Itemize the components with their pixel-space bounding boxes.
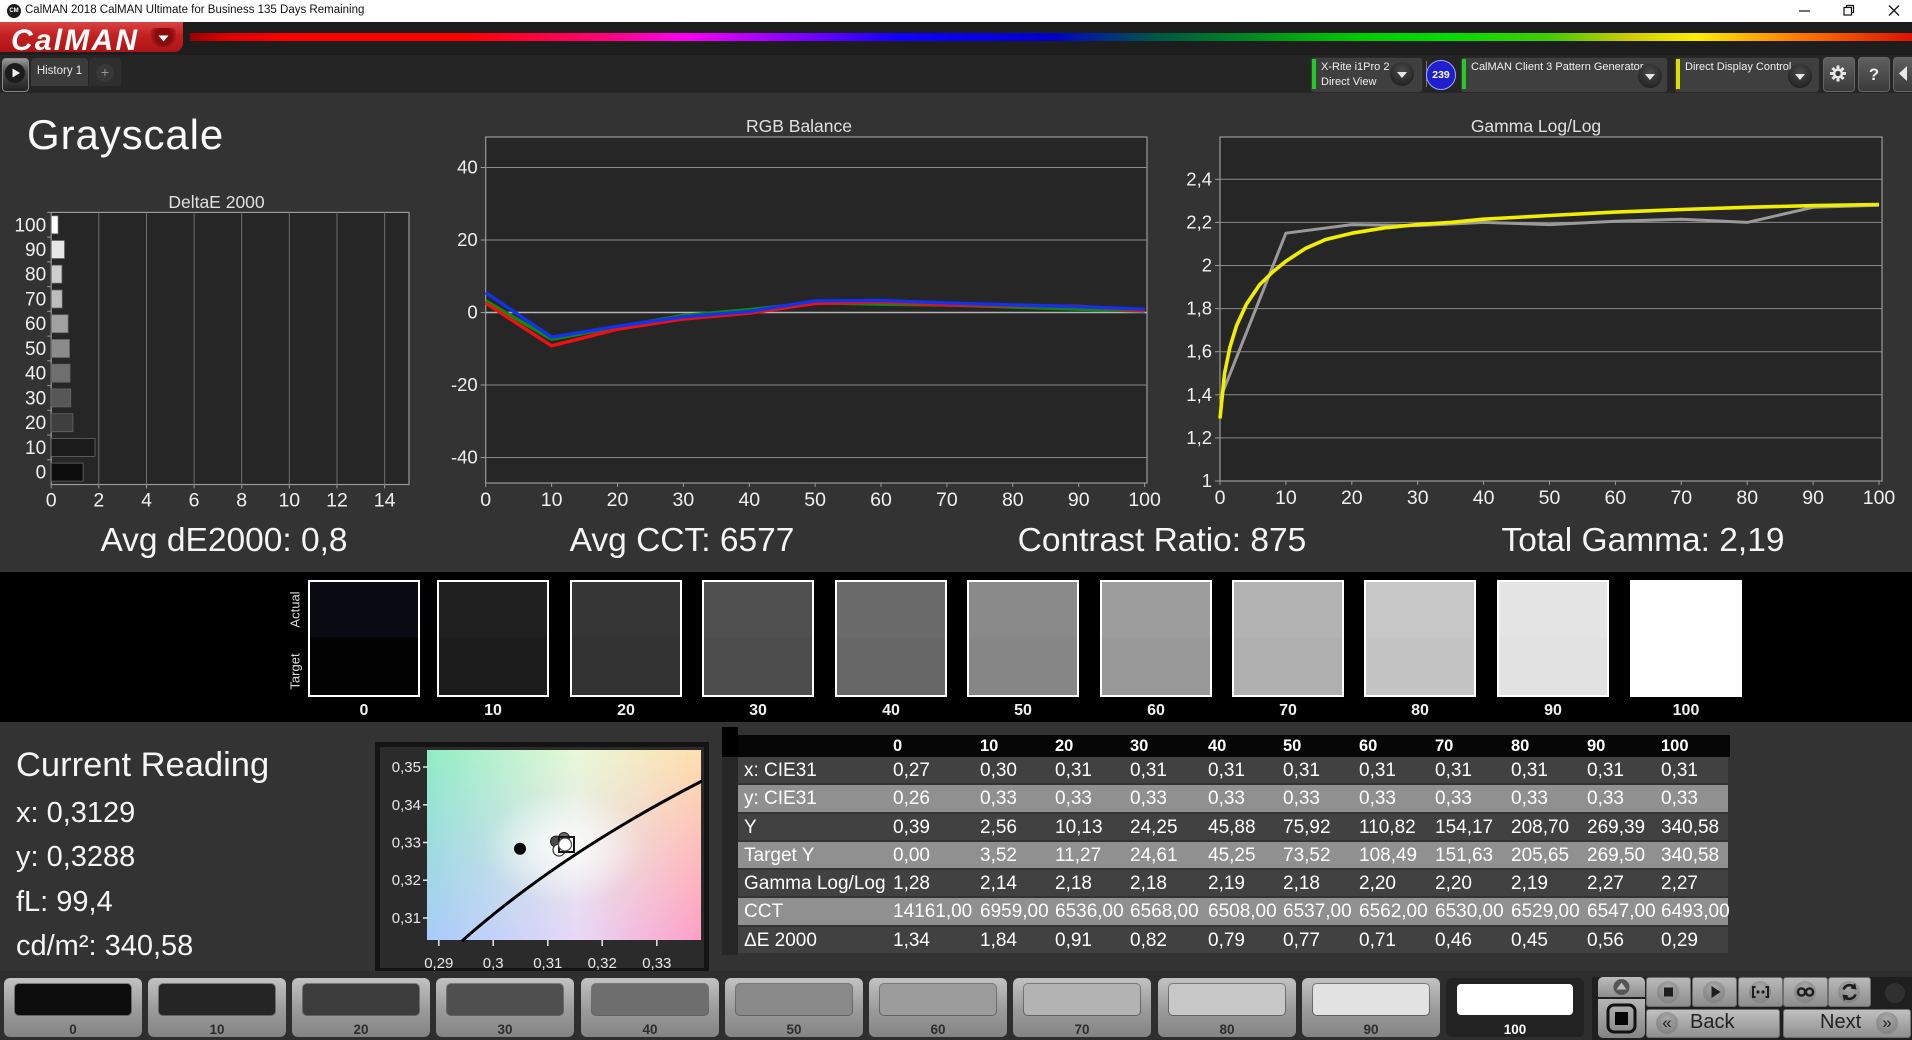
svg-text:80: 80 bbox=[1002, 489, 1024, 511]
svg-text:10: 10 bbox=[541, 489, 563, 511]
svg-text:60: 60 bbox=[870, 489, 892, 511]
svg-text:80: 80 bbox=[25, 265, 46, 286]
svg-text:2: 2 bbox=[1202, 255, 1212, 276]
svg-text:60: 60 bbox=[25, 314, 46, 335]
svg-text:40: 40 bbox=[457, 157, 478, 178]
svg-text:40: 40 bbox=[25, 364, 46, 385]
svg-text:DeltaE 2000: DeltaE 2000 bbox=[168, 192, 265, 212]
svg-text:80: 80 bbox=[1736, 487, 1758, 509]
svg-text:100: 100 bbox=[14, 215, 46, 236]
svg-text:40: 40 bbox=[1473, 487, 1495, 509]
svg-text:1,4: 1,4 bbox=[1186, 384, 1212, 405]
svg-text:0,29: 0,29 bbox=[424, 955, 453, 972]
svg-text:0,35: 0,35 bbox=[392, 759, 421, 776]
svg-text:20: 20 bbox=[25, 413, 46, 434]
svg-text:4: 4 bbox=[141, 490, 152, 512]
svg-text:30: 30 bbox=[25, 388, 46, 409]
svg-text:1,2: 1,2 bbox=[1186, 427, 1212, 448]
svg-text:10: 10 bbox=[1275, 487, 1297, 509]
svg-text:0: 0 bbox=[46, 490, 57, 512]
svg-text:0,33: 0,33 bbox=[392, 835, 421, 852]
svg-text:20: 20 bbox=[1341, 487, 1363, 509]
svg-text:20: 20 bbox=[457, 229, 478, 250]
svg-text:60: 60 bbox=[1605, 487, 1627, 509]
svg-text:0: 0 bbox=[36, 463, 47, 484]
svg-text:2,4: 2,4 bbox=[1186, 168, 1212, 189]
svg-text:30: 30 bbox=[673, 489, 695, 511]
svg-text:2,2: 2,2 bbox=[1186, 211, 1212, 232]
svg-text:12: 12 bbox=[326, 490, 348, 512]
svg-text:0,31: 0,31 bbox=[392, 910, 421, 927]
svg-text:20: 20 bbox=[607, 489, 629, 511]
svg-text:100: 100 bbox=[1863, 487, 1896, 509]
svg-text:1,8: 1,8 bbox=[1186, 298, 1212, 319]
svg-text:0,3: 0,3 bbox=[483, 955, 504, 972]
svg-text:50: 50 bbox=[1539, 487, 1561, 509]
svg-text:-20: -20 bbox=[451, 374, 478, 395]
svg-text:50: 50 bbox=[25, 339, 46, 360]
svg-text:Gamma Log/Log: Gamma Log/Log bbox=[1471, 116, 1601, 136]
svg-text:0,31: 0,31 bbox=[533, 955, 562, 972]
svg-text:1,6: 1,6 bbox=[1186, 341, 1212, 362]
svg-text:-40: -40 bbox=[451, 447, 478, 468]
svg-text:90: 90 bbox=[25, 240, 46, 261]
svg-text:10: 10 bbox=[25, 438, 46, 459]
svg-text:100: 100 bbox=[1128, 489, 1161, 511]
svg-text:0: 0 bbox=[467, 302, 477, 323]
svg-text:0: 0 bbox=[1215, 487, 1226, 509]
svg-text:0,34: 0,34 bbox=[392, 797, 421, 814]
svg-text:90: 90 bbox=[1802, 487, 1824, 509]
svg-text:90: 90 bbox=[1068, 489, 1090, 511]
svg-text:0: 0 bbox=[480, 489, 491, 511]
svg-text:6: 6 bbox=[189, 490, 200, 512]
svg-text:0,32: 0,32 bbox=[588, 955, 617, 972]
svg-text:RGB Balance: RGB Balance bbox=[746, 116, 852, 136]
svg-text:70: 70 bbox=[936, 489, 958, 511]
svg-text:10: 10 bbox=[278, 490, 300, 512]
svg-text:70: 70 bbox=[25, 290, 46, 311]
svg-text:0,32: 0,32 bbox=[392, 872, 421, 889]
svg-text:8: 8 bbox=[236, 490, 247, 512]
svg-text:70: 70 bbox=[1670, 487, 1692, 509]
svg-text:0,33: 0,33 bbox=[642, 955, 671, 972]
svg-text:40: 40 bbox=[738, 489, 760, 511]
svg-text:14: 14 bbox=[374, 490, 396, 512]
svg-text:2: 2 bbox=[93, 490, 104, 512]
svg-text:1: 1 bbox=[1202, 470, 1212, 491]
svg-text:50: 50 bbox=[804, 489, 826, 511]
svg-text:30: 30 bbox=[1407, 487, 1429, 509]
